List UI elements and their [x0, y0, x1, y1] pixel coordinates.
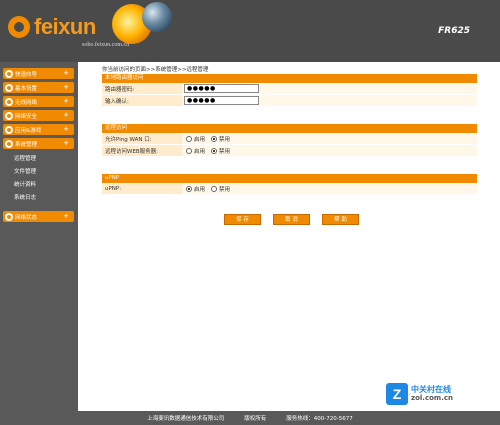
section-title: 远程访问 — [102, 124, 477, 133]
bullet-icon — [5, 139, 13, 148]
site-url: soho.feixun.com.cn — [82, 42, 130, 48]
local-access-section: 本地路由器访问 路由器密码: ●●●●● 输入确认: ●●●●● — [102, 74, 477, 107]
footer-rights: 版权所有 — [244, 416, 267, 422]
submenu-system-management: 远程管理 文件管理 统计资料 系统日志 — [14, 153, 78, 205]
radio-label: 禁用 — [219, 186, 231, 193]
action-buttons: 保 存 取 消 帮 助 — [224, 214, 371, 225]
form-row: uPNP: 启用 禁用 — [102, 183, 477, 195]
radio-label: 禁用 — [219, 148, 231, 155]
footer-hotline: 服务热线：400-720-5677 — [286, 416, 353, 422]
sidebar-item-basic-settings[interactable]: 基本设置 + — [3, 82, 74, 93]
radio-label: 启用 — [194, 186, 206, 193]
sidebar-item-label: 无线网络 — [15, 99, 38, 106]
submenu-item-statistics[interactable]: 统计资料 — [14, 179, 78, 192]
confirm-password-input[interactable]: ●●●●● — [184, 96, 259, 105]
model-name: FR625 — [438, 26, 470, 36]
sidebar-item-system-management[interactable]: 系统管理 + — [3, 138, 74, 149]
sidebar-item-label: 网络安全 — [15, 113, 38, 120]
expand-icon: + — [63, 83, 69, 91]
upnp-enable-radio[interactable] — [186, 185, 192, 192]
brand-logo: feixun — [8, 12, 96, 42]
expand-icon: + — [63, 139, 69, 147]
help-button[interactable]: 帮 助 — [322, 214, 359, 225]
footer: 上海斐讯数据通信技术有限公司 版权所有 服务热线：400-720-5677 — [0, 411, 500, 425]
breadcrumb: 你当前访问的页面>>系统管理>>远程管理 — [102, 67, 209, 73]
form-row: 远程访问WEB服务器: 启用 禁用 — [102, 145, 477, 157]
field-cell: ●●●●● — [182, 83, 477, 94]
expand-icon: + — [63, 125, 69, 133]
password-label: 路由器密码: — [105, 86, 135, 93]
ping-wan-disable-radio[interactable] — [211, 135, 218, 142]
form-row: 路由器密码: ●●●●● — [102, 83, 477, 95]
section-title: 本地路由器访问 — [102, 74, 477, 83]
radio-label: 启用 — [194, 136, 206, 143]
upnp-radio-group: 启用 禁用 — [184, 185, 234, 193]
watermark-text: 中关村在线 zol.com.cn — [411, 385, 453, 403]
watermark-en: zol.com.cn — [411, 394, 453, 402]
bullet-icon — [5, 83, 13, 92]
bullet-icon — [5, 125, 13, 134]
zol-logo-icon: Z — [386, 383, 408, 405]
field-cell: 启用 禁用 — [182, 145, 477, 156]
sidebar-item-label: 快速向导 — [15, 71, 38, 78]
sidebar-item-label: 基本设置 — [15, 85, 38, 92]
sidebar-item-security[interactable]: 网络安全 + — [3, 110, 74, 121]
form-row: 输入确认: ●●●●● — [102, 95, 477, 107]
radio-label: 启用 — [194, 148, 206, 155]
upnp-disable-radio[interactable] — [211, 185, 218, 192]
sidebar-item-label: 应用&游戏 — [15, 127, 42, 134]
remote-web-disable-radio[interactable] — [211, 147, 218, 154]
watermark-cn: 中关村在线 — [411, 385, 451, 394]
field-cell: 启用 禁用 — [182, 183, 477, 194]
ping-wan-label: 允许Ping WAN 口: — [105, 136, 152, 143]
globe-image — [142, 2, 172, 32]
sidebar-item-label: 系统管理 — [15, 141, 38, 148]
expand-icon: + — [63, 111, 69, 119]
logo-icon — [8, 16, 30, 38]
remote-access-section: 远程访问 允许Ping WAN 口: 启用 禁用 远程访问WEB服务器: 启用 … — [102, 124, 477, 157]
router-password-input[interactable]: ●●●●● — [184, 84, 259, 93]
sidebar-item-apps-games[interactable]: 应用&游戏 + — [3, 124, 74, 135]
form-row: 允许Ping WAN 口: 启用 禁用 — [102, 133, 477, 145]
expand-icon: + — [63, 69, 69, 77]
upnp-label: uPNP: — [105, 185, 122, 192]
save-button[interactable]: 保 存 — [224, 214, 261, 225]
ping-wan-enable-radio[interactable] — [186, 135, 192, 142]
expand-icon: + — [63, 97, 69, 105]
bullet-icon — [5, 97, 13, 106]
remote-web-radio-group: 启用 禁用 — [184, 147, 234, 155]
cancel-button[interactable]: 取 消 — [273, 214, 310, 225]
main-content: 你当前访问的页面>>系统管理>>远程管理 本地路由器访问 路由器密码: ●●●●… — [78, 62, 500, 411]
sidebar-item-wireless[interactable]: 无线网络 + — [3, 96, 74, 107]
bullet-icon — [5, 111, 13, 120]
sidebar: 快速向导 + 基本设置 + 无线网络 + 网络安全 + 应用&游戏 + 系统管理… — [0, 62, 78, 411]
confirm-label: 输入确认: — [105, 98, 129, 105]
remote-web-enable-radio[interactable] — [186, 147, 192, 154]
field-cell: ●●●●● — [182, 95, 477, 106]
footer-company: 上海斐讯数据通信技术有限公司 — [147, 416, 225, 422]
submenu-item-file-management[interactable]: 文件管理 — [14, 166, 78, 179]
bullet-icon — [5, 69, 13, 78]
bullet-icon — [5, 212, 13, 221]
submenu-item-system-log[interactable]: 系统日志 — [14, 192, 78, 205]
sidebar-item-label: 网络状态 — [15, 214, 38, 221]
field-cell: 启用 禁用 — [182, 133, 477, 144]
sidebar-item-network-status[interactable]: 网络状态 + — [3, 211, 74, 222]
zol-watermark: Z 中关村在线 zol.com.cn — [386, 383, 453, 405]
expand-icon: + — [63, 212, 69, 220]
header: feixun soho.feixun.com.cn FR625 — [0, 0, 500, 62]
logo-text: feixun — [34, 14, 96, 39]
section-title: uPNP — [102, 174, 477, 183]
upnp-section: uPNP uPNP: 启用 禁用 — [102, 174, 477, 195]
sidebar-item-quick-wizard[interactable]: 快速向导 + — [3, 68, 74, 79]
remote-web-label: 远程访问WEB服务器: — [105, 148, 159, 155]
router-admin-page: feixun soho.feixun.com.cn FR625 快速向导 + 基… — [0, 0, 500, 425]
submenu-item-remote-management[interactable]: 远程管理 — [14, 153, 78, 166]
ping-wan-radio-group: 启用 禁用 — [184, 135, 234, 143]
radio-label: 禁用 — [219, 136, 231, 143]
